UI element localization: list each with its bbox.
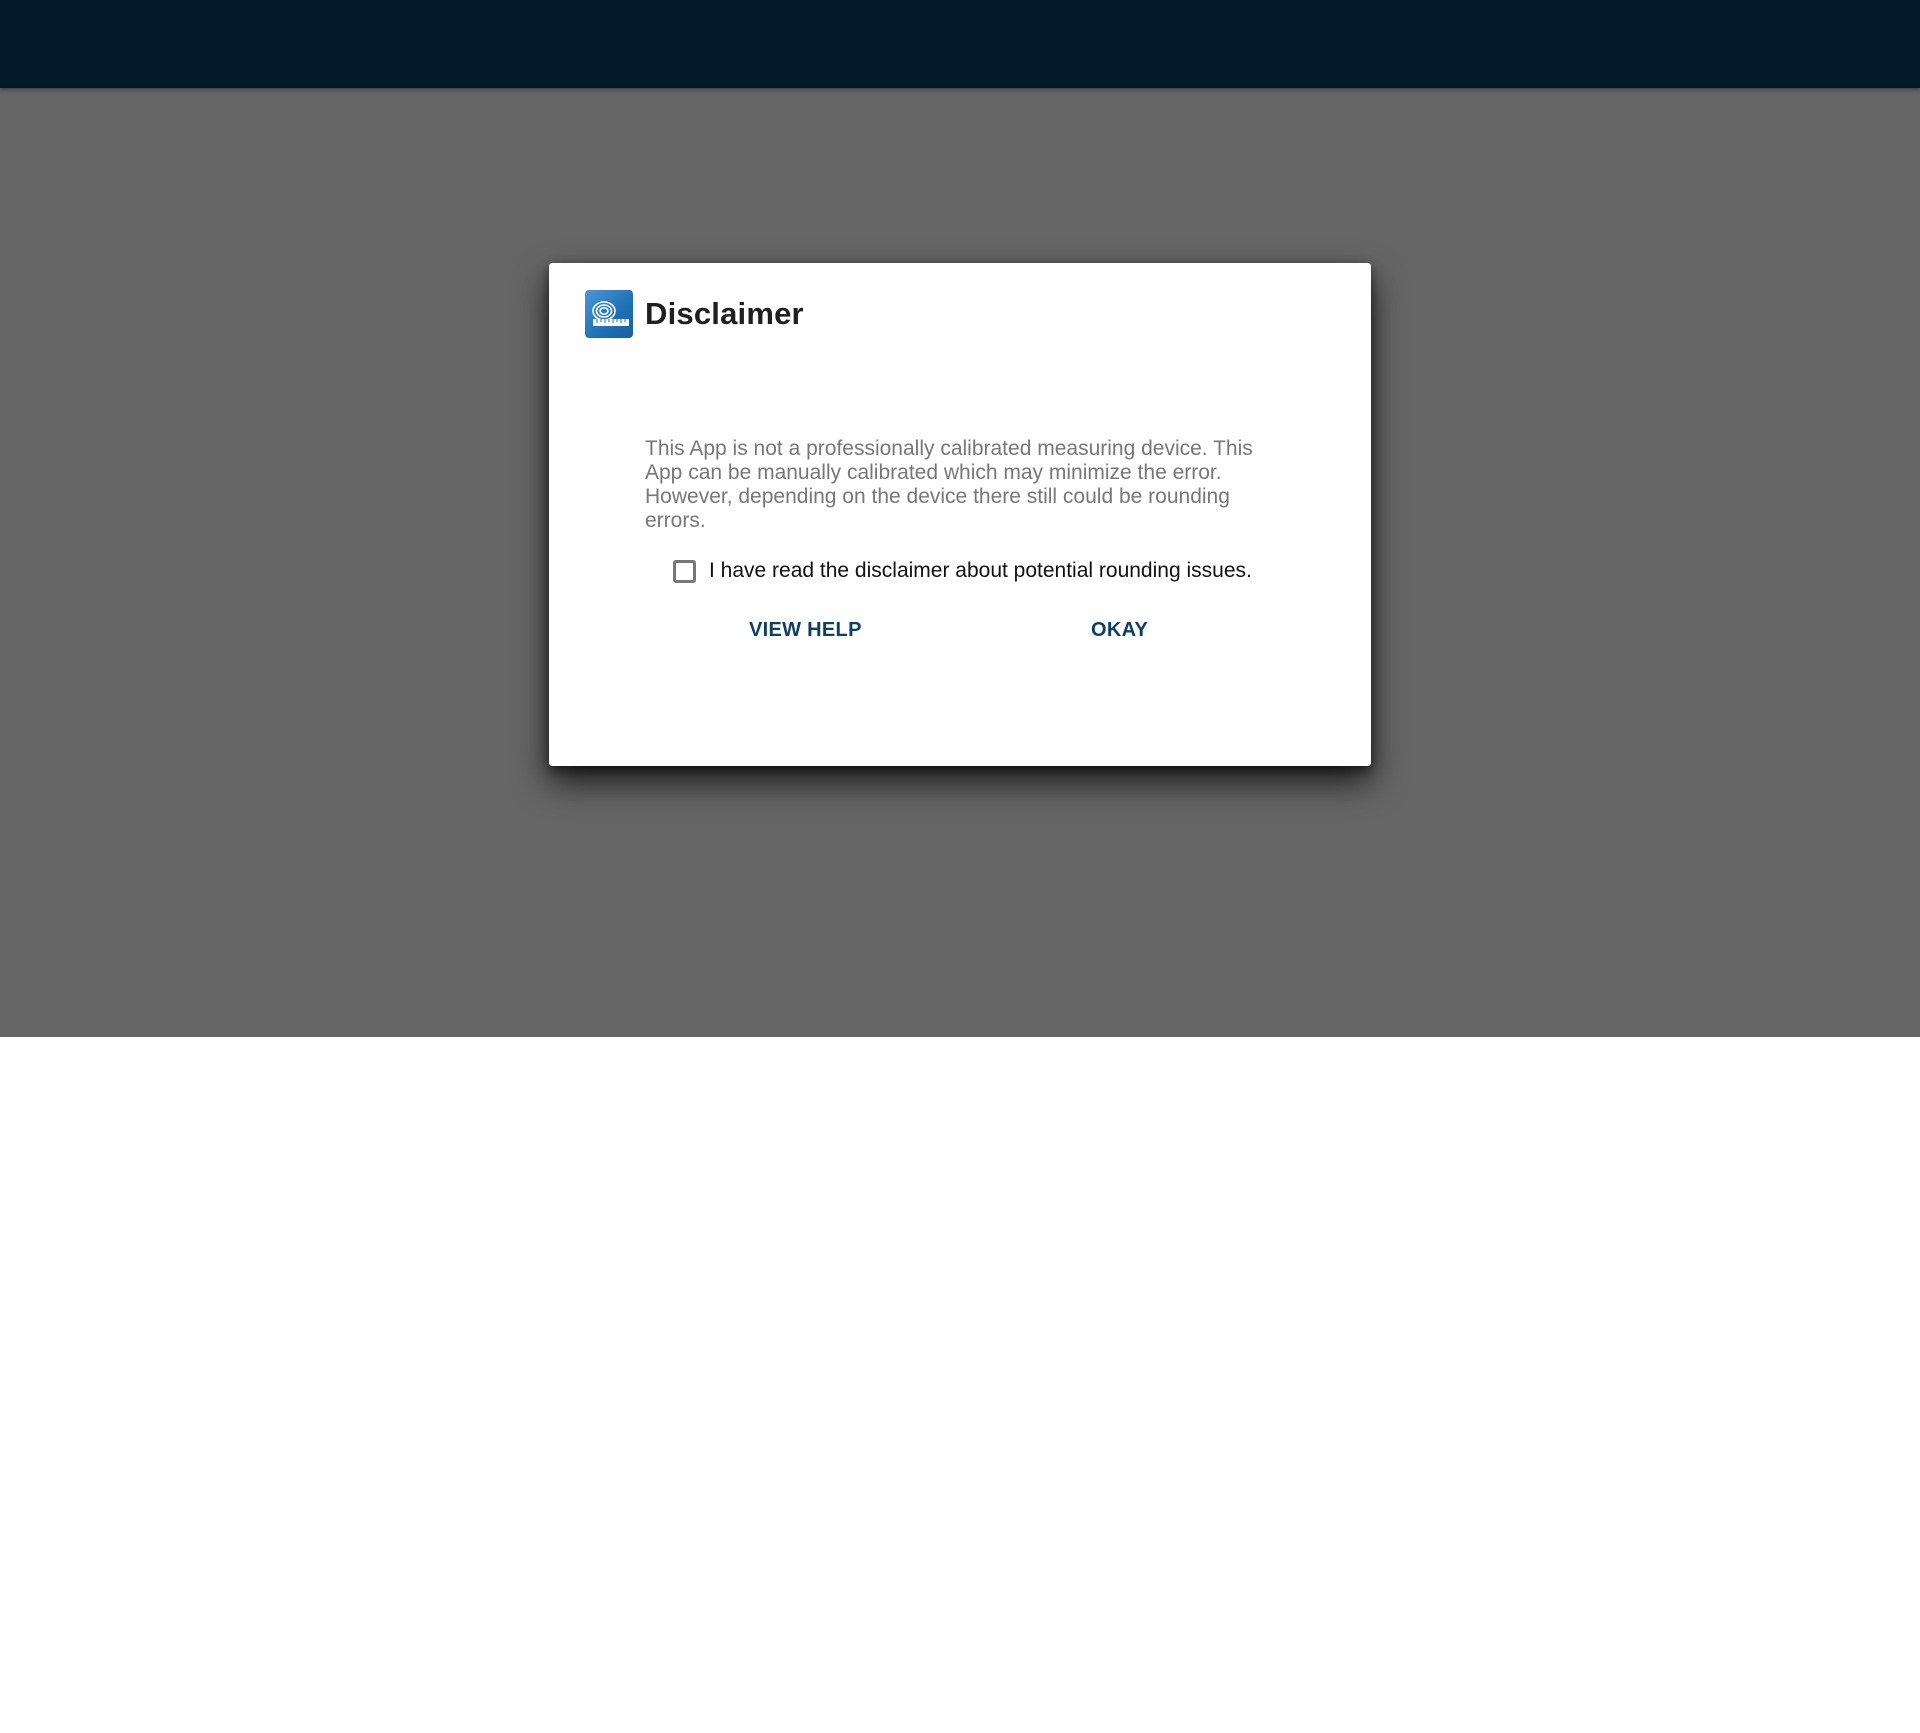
disclaimer-message: This App is not a professionally calibra… [645,437,1253,532]
acknowledge-checkbox-label[interactable]: I have read the disclaimer about potenti… [709,559,1252,583]
view-help-button[interactable]: VIEW HELP [749,619,862,642]
app-screen: Disclaimer This App is not a professiona… [0,0,1920,1037]
okay-button[interactable]: OKAY [1091,619,1148,642]
acknowledge-checkbox[interactable] [673,559,696,583]
tape-measure-app-icon [585,290,633,338]
dialog-title: Disclaimer [645,296,804,331]
acknowledge-checkbox-row[interactable]: I have read the disclaimer about potenti… [673,559,1252,583]
disclaimer-dialog: Disclaimer This App is not a professiona… [549,263,1371,766]
status-bar [0,0,1920,88]
dialog-header: Disclaimer [585,290,804,338]
